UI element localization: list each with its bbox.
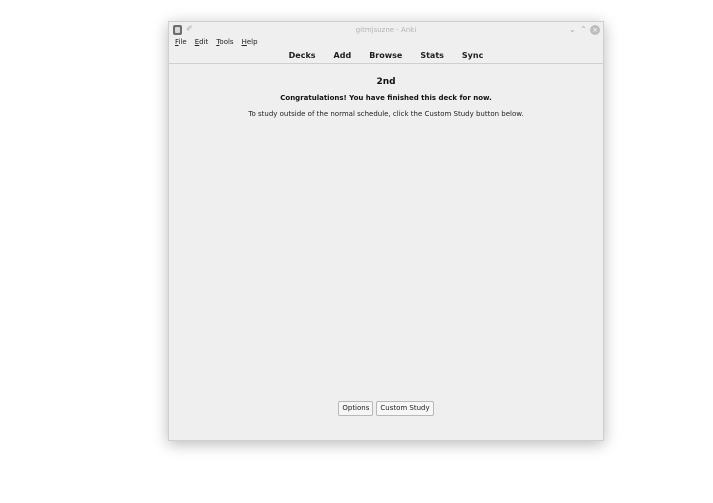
menubar: File Edit Tools Help xyxy=(169,38,603,48)
main-toolbar: Decks Add Browse Stats Sync xyxy=(169,49,603,64)
anki-main-window: ✐ gitmjsuzne - Anki ⌄ ⌃ × File Edit Tool… xyxy=(168,21,604,441)
window-titlebar[interactable]: ✐ gitmjsuzne - Anki ⌄ ⌃ × xyxy=(169,22,603,38)
menu-tools[interactable]: Tools xyxy=(216,38,233,48)
custom-study-button[interactable]: Custom Study xyxy=(376,401,434,416)
options-button[interactable]: Options xyxy=(338,401,374,416)
toolbar-sync-link[interactable]: Sync xyxy=(453,50,492,62)
desktop: ✐ gitmjsuzne - Anki ⌄ ⌃ × File Edit Tool… xyxy=(0,0,713,503)
toolbar-stats-link[interactable]: Stats xyxy=(411,50,453,62)
custom-study-hint: To study outside of the normal schedule,… xyxy=(248,110,524,118)
bottom-button-bar: Options Custom Study xyxy=(169,401,603,416)
deck-title: 2nd xyxy=(376,77,396,87)
close-icon[interactable]: × xyxy=(590,25,600,35)
menu-file[interactable]: File xyxy=(175,38,187,48)
window-title: gitmjsuzne - Anki xyxy=(355,26,417,34)
minimize-icon[interactable]: ⌄ xyxy=(569,24,576,36)
toolbar-browse-link[interactable]: Browse xyxy=(360,50,411,62)
menu-help[interactable]: Help xyxy=(242,38,258,48)
menu-edit[interactable]: Edit xyxy=(195,38,209,48)
toolbar-add-link[interactable]: Add xyxy=(325,50,361,62)
maximize-icon[interactable]: ⌃ xyxy=(580,24,587,36)
toolbar-decks-link[interactable]: Decks xyxy=(280,50,325,62)
congrats-message: Congratulations! You have finished this … xyxy=(280,94,492,102)
overview-content: 2nd Congratulations! You have finished t… xyxy=(169,64,603,422)
